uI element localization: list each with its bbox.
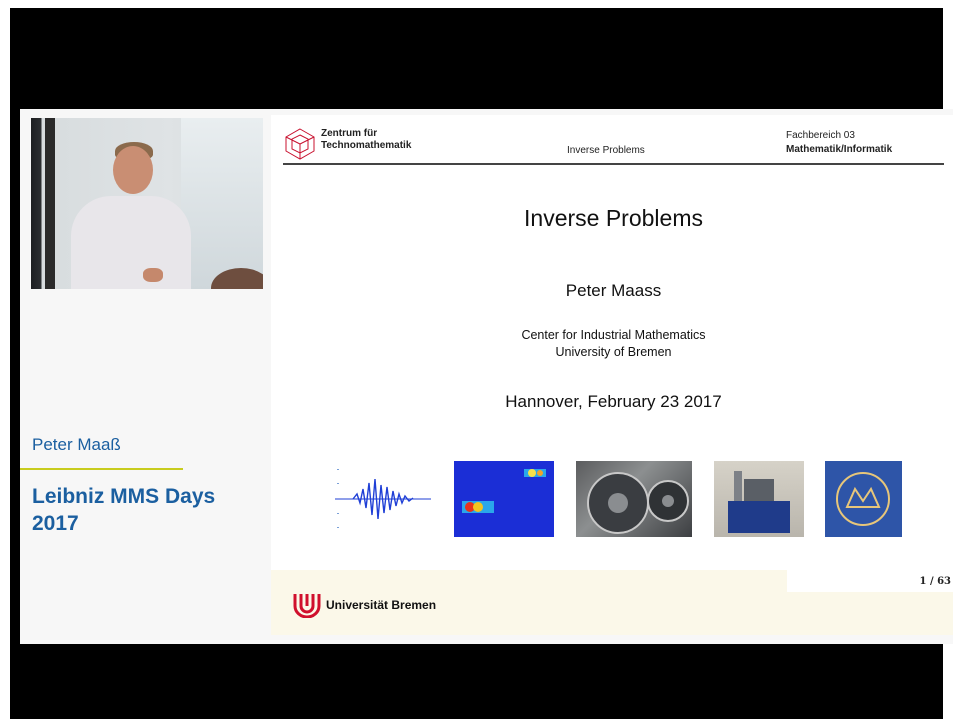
header-department: Fachbereich 03 Mathematik/Informatik: [786, 129, 892, 157]
window: [181, 118, 263, 289]
university-seal-image: [825, 461, 902, 537]
dept-line-1: Fachbereich 03: [786, 130, 855, 141]
jet-engine-image: [576, 461, 692, 537]
university-bremen-logo-icon: [293, 594, 321, 618]
slide-footer: 1 / 63 Universität Bremen: [271, 570, 953, 635]
video-frame: Peter Maaß Leibniz MMS Days 2017 Zentrum…: [10, 8, 953, 719]
page-number: 1 / 63: [919, 576, 952, 587]
speaker-video: [31, 118, 263, 289]
speaker-head: [113, 146, 153, 194]
divider: [20, 468, 183, 470]
dept-line-2: Mathematik/Informatik: [786, 144, 893, 155]
window-frame: [45, 118, 55, 289]
event-title: Leibniz MMS Days 2017: [32, 485, 216, 535]
slide-author: Peter Maass: [565, 281, 662, 300]
signal-image: [333, 461, 433, 537]
header-topic: Inverse Problems: [567, 145, 645, 156]
slide: Zentrum für Technomathematik Inverse Pro…: [271, 115, 953, 635]
header-rule: [283, 163, 944, 165]
slide-institution: Center for Industrial Mathematics Univer…: [271, 327, 953, 361]
speaker-body: [71, 196, 191, 289]
slide-place-date: Hannover, February 23 2017: [505, 392, 722, 411]
speaker-name: Peter Maaß: [32, 435, 121, 454]
machine-image: [714, 461, 804, 537]
heatmap-image: [454, 461, 554, 537]
institution-line-1: Center for Industrial Mathematics: [521, 328, 706, 342]
institution-line-2: University of Bremen: [555, 345, 672, 359]
zentrum-logo-icon: [285, 128, 315, 160]
university-name: Universität Bremen: [326, 598, 437, 612]
zentrum-name: Zentrum für Technomathematik: [321, 128, 412, 151]
video-content: Peter Maaß Leibniz MMS Days 2017 Zentrum…: [20, 109, 953, 644]
slide-title: Inverse Problems: [524, 205, 703, 231]
speaker-hand: [143, 268, 163, 282]
